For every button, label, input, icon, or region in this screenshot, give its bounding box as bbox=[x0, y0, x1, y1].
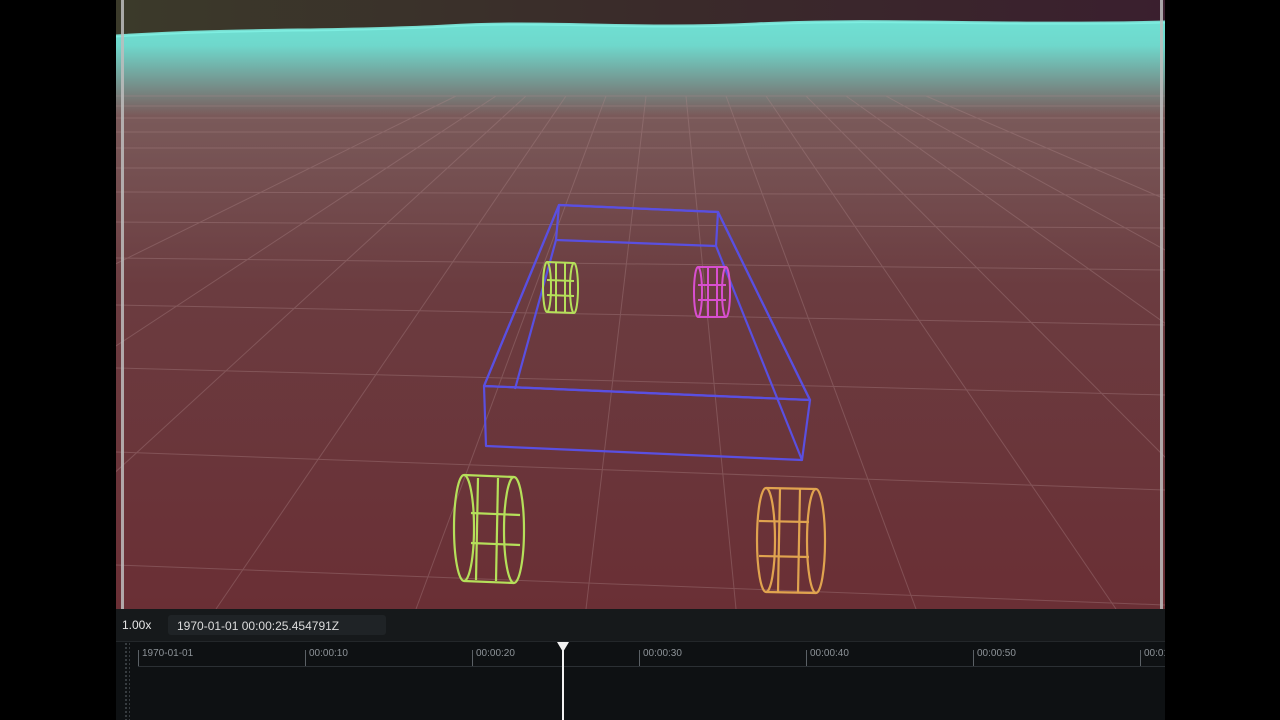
timeline-tick bbox=[806, 650, 807, 666]
timeline-tick-label: 00:00:10 bbox=[309, 648, 348, 659]
current-time-field[interactable]: 1970-01-01 00:00:25.454791Z bbox=[168, 615, 386, 635]
current-time-value: 1970-01-01 00:00:25.454791Z bbox=[177, 619, 340, 633]
3d-viewport[interactable] bbox=[116, 0, 1165, 609]
timeline-tick bbox=[1140, 650, 1141, 666]
timeline-tick-label: 00:00:50 bbox=[977, 648, 1016, 659]
timeline-tick bbox=[138, 650, 139, 666]
viewport-border-left bbox=[121, 0, 124, 609]
playback-speed[interactable]: 1.00x bbox=[122, 618, 151, 632]
timeline-ruler bbox=[138, 666, 1165, 667]
timeline[interactable]: 1970-01-01 00:00:10 00:00:20 00:00:30 00… bbox=[116, 641, 1165, 720]
scene-canvas[interactable] bbox=[116, 0, 1165, 609]
timeline-tick-label: 00:00:20 bbox=[476, 648, 515, 659]
viewport-border-right bbox=[1160, 0, 1163, 609]
timeline-tick-label: 00:01:00 bbox=[1144, 648, 1165, 659]
timeline-tick bbox=[639, 650, 640, 666]
playback-controls: 1.00x 1970-01-01 00:00:25.454791Z bbox=[116, 609, 1165, 641]
app-window: 1.00x 1970-01-01 00:00:25.454791Z 1970-0… bbox=[116, 0, 1165, 720]
timeline-tick-label: 00:00:40 bbox=[810, 648, 849, 659]
playhead[interactable] bbox=[562, 646, 564, 720]
timeline-tick bbox=[472, 650, 473, 666]
timeline-tick-label: 00:00:30 bbox=[643, 648, 682, 659]
timeline-drag-handle[interactable] bbox=[124, 642, 130, 720]
timeline-tick-label: 1970-01-01 bbox=[142, 648, 194, 659]
timeline-tick bbox=[305, 650, 306, 666]
playhead-handle[interactable] bbox=[557, 642, 569, 652]
timeline-tick bbox=[973, 650, 974, 666]
